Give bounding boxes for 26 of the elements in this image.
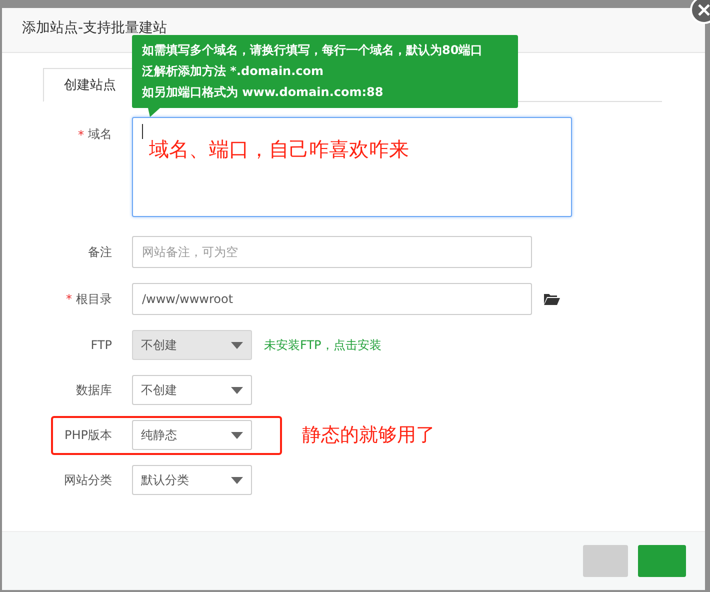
folder-icon[interactable] [544,293,560,305]
required-mark: * [78,128,84,142]
domain-textarea[interactable]: 域名、端口，自己咋喜欢咋来 [132,117,572,217]
select-dropdown[interactable]: 不创建 [132,375,252,405]
input-field[interactable]: 网站备注，可为空 [132,236,532,268]
dropdown-caret-icon [231,432,243,438]
field-label: 数据库 [76,382,112,398]
select-dropdown[interactable]: 纯静态 [132,420,252,450]
required-mark: * [66,292,72,306]
tooltip-text: 如另加端口格式为 www.domain.com:88 [142,84,384,101]
dropdown-caret-icon [231,386,243,394]
field-label: 根目录 [76,290,112,308]
annotation-text: 静态的就够用了 [302,423,435,448]
field-label: 域名 [88,126,112,143]
select-dropdown[interactable]: 默认分类 [132,465,252,495]
field-label: FTP [90,338,112,352]
dialog-title: 添加站点-支持批量建站 [22,20,168,36]
tooltip-text: 如需填写多个域名，请换行填写，每行一个域名，默认为80端口 [142,42,484,59]
tooltip-text: 泛解析添加方法 *.domain.com [142,63,325,80]
input-field[interactable]: /www/wwwroot [132,283,532,315]
field-label: 网站分类 [64,472,112,488]
dropdown-caret-icon [231,342,243,348]
field-label: PHP版本 [64,426,112,444]
annotation-text: 域名、端口，自己咋喜欢咋来 [149,136,409,163]
field-label: 备注 [88,244,112,260]
dropdown-caret-icon [231,476,243,484]
